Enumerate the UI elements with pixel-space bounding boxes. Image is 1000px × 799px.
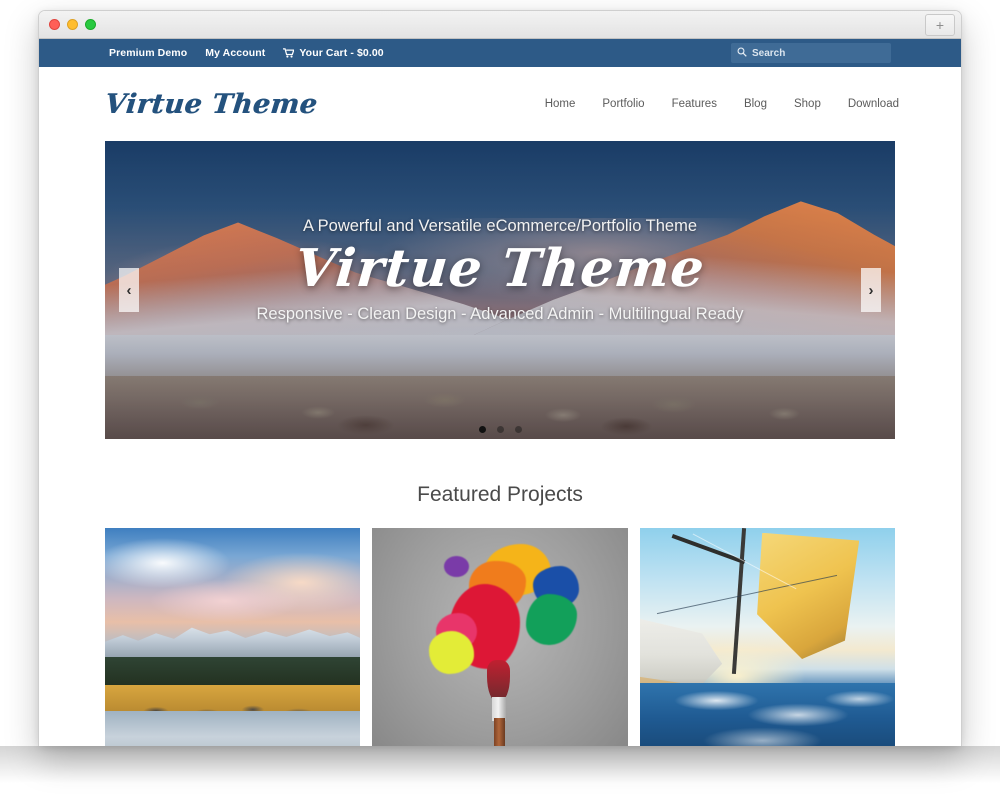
main-navigation: Home Portfolio Features Blog Shop Downlo… bbox=[545, 98, 899, 110]
nav-item-blog[interactable]: Blog bbox=[744, 98, 767, 110]
new-tab-button[interactable]: + bbox=[925, 14, 955, 36]
topbar-link-label: My Account bbox=[205, 47, 266, 59]
forest-shape bbox=[105, 657, 361, 688]
plus-icon: + bbox=[935, 17, 945, 33]
ocean-waves bbox=[639, 683, 895, 746]
topbar-link-cart[interactable]: Your Cart - $0.00 bbox=[283, 47, 384, 59]
topbar-link-label: Premium Demo bbox=[109, 47, 188, 59]
paint-blob-green bbox=[525, 593, 577, 646]
hero-dot[interactable] bbox=[496, 426, 504, 433]
window-controls bbox=[49, 19, 96, 30]
featured-projects-grid bbox=[39, 528, 961, 746]
paintbrush-ferrule bbox=[492, 697, 507, 721]
nav-item-shop[interactable]: Shop bbox=[794, 98, 821, 110]
paint-blob-purple bbox=[443, 556, 470, 578]
topbar-link-label: Your Cart - $0.00 bbox=[299, 47, 384, 59]
hero-slider: A Powerful and Versatile eCommerce/Portf… bbox=[105, 141, 895, 439]
hero-next-arrow[interactable]: › bbox=[861, 268, 881, 312]
hero-dot[interactable] bbox=[478, 426, 486, 433]
paint-blob-lime bbox=[428, 631, 475, 674]
zoom-window-button[interactable] bbox=[85, 19, 96, 30]
project-card-mountain-lake[interactable] bbox=[105, 528, 361, 746]
chevron-left-icon: ‹ bbox=[126, 281, 132, 299]
project-card-sailboat[interactable] bbox=[639, 528, 895, 746]
paintbrush-head bbox=[487, 659, 511, 702]
paintbrush-handle bbox=[494, 718, 505, 746]
search-input[interactable] bbox=[752, 47, 877, 59]
topbar-link-my-account[interactable]: My Account bbox=[205, 47, 265, 59]
hero-pagination bbox=[105, 426, 895, 433]
site-header: Virtue Theme Home Portfolio Features Blo… bbox=[39, 67, 961, 141]
hero-dot[interactable] bbox=[514, 426, 522, 433]
close-window-button[interactable] bbox=[49, 19, 60, 30]
featured-projects-section: Featured Projects bbox=[39, 483, 961, 746]
hero-title: Virtue Theme bbox=[292, 238, 708, 299]
hero-tagline: Responsive - Clean Design - Advanced Adm… bbox=[256, 304, 744, 323]
boat-boom bbox=[671, 533, 746, 564]
search-icon bbox=[737, 44, 747, 62]
search-box[interactable] bbox=[731, 43, 891, 63]
browser-window: + Premium Demo My Account Your Cart - $0… bbox=[38, 10, 962, 746]
site-viewport: Premium Demo My Account Your Cart - $0.0… bbox=[39, 39, 961, 746]
water-shape bbox=[105, 711, 361, 746]
utility-links: Premium Demo My Account Your Cart - $0.0… bbox=[109, 47, 384, 59]
cart-icon bbox=[283, 48, 295, 58]
browser-titlebar: + bbox=[39, 11, 961, 39]
topbar-link-premium-demo[interactable]: Premium Demo bbox=[109, 47, 187, 59]
minimize-window-button[interactable] bbox=[67, 19, 78, 30]
nav-item-home[interactable]: Home bbox=[545, 98, 576, 110]
hero-prev-arrow[interactable]: ‹ bbox=[119, 268, 139, 312]
cloud-shape bbox=[150, 579, 300, 622]
site-logo[interactable]: Virtue Theme bbox=[103, 89, 319, 120]
chevron-right-icon: › bbox=[868, 281, 874, 299]
hero-subtitle: A Powerful and Versatile eCommerce/Portf… bbox=[302, 217, 698, 235]
utility-topbar: Premium Demo My Account Your Cart - $0.0… bbox=[39, 39, 961, 67]
nav-item-portfolio[interactable]: Portfolio bbox=[602, 98, 644, 110]
hero-caption: A Powerful and Versatile eCommerce/Portf… bbox=[105, 217, 895, 324]
featured-projects-title: Featured Projects bbox=[417, 483, 583, 506]
nav-item-download[interactable]: Download bbox=[848, 98, 899, 110]
nav-item-features[interactable]: Features bbox=[672, 98, 717, 110]
project-card-paint-splash[interactable] bbox=[372, 528, 628, 746]
